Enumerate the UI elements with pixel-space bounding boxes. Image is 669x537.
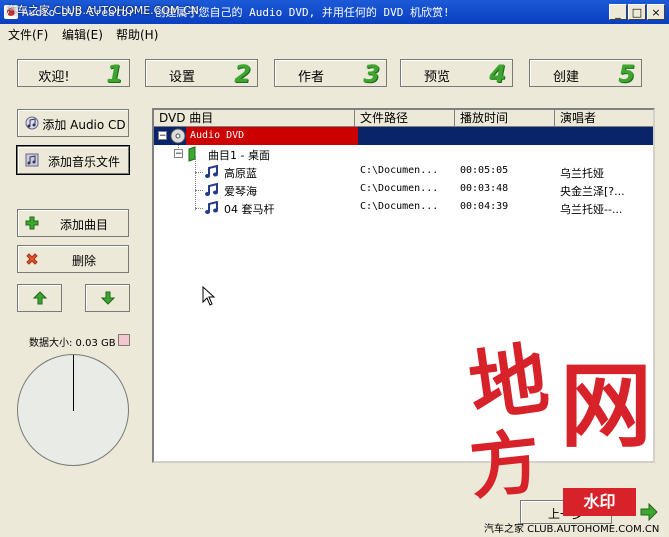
track-artist: 央金兰泽[?... (560, 185, 625, 198)
track-title: 04 套马杆 (224, 203, 275, 216)
collapse-toggle-icon[interactable]: − (174, 149, 183, 159)
watermark-char: 方 (465, 419, 545, 510)
add-track-button[interactable]: 添加曲目 (17, 209, 129, 237)
track-time: 00:05:05 (460, 165, 509, 176)
music-note-icon (205, 165, 218, 178)
data-size-label: 数据大小: 0.03 GB (29, 338, 116, 349)
menu-help[interactable]: 帮助(H) (116, 26, 158, 43)
overlay-watermark-text: 汽车之家 CLUB.AUTOHOME.COM.CN (6, 4, 199, 17)
table-row[interactable]: 高原蓝 C:\Documen... 00:05:05 乌兰托娅 (154, 163, 653, 181)
move-down-button[interactable] (85, 284, 130, 312)
music-note-icon (25, 116, 39, 130)
table-row[interactable]: 04 套马杆 C:\Documen... 00:04:39 乌兰托娅--... (154, 199, 653, 217)
watermark-tag: 水印 (563, 488, 636, 516)
track-path: C:\Documen... (360, 165, 439, 176)
move-up-button[interactable] (17, 284, 62, 312)
root-label: Audio DVD (186, 127, 358, 145)
track-title: 高原蓝 (224, 167, 257, 180)
add-audio-cd-button[interactable]: 添加 Audio CD (17, 109, 129, 137)
menu-edit[interactable]: 编辑(E) (62, 26, 103, 43)
close-button[interactable]: × (647, 4, 665, 20)
button-label: 添加 Audio CD (42, 118, 126, 132)
track-path: C:\Documen... (360, 201, 439, 212)
arrow-down-icon (101, 291, 115, 305)
column-header-path[interactable]: 文件路径 (355, 110, 455, 127)
tree-root-row[interactable]: − Audio DVD (154, 127, 653, 145)
mouse-cursor-icon (202, 286, 216, 306)
track-time: 00:03:48 (460, 183, 509, 194)
step-label: 预览 (423, 70, 450, 85)
delete-x-icon (26, 253, 38, 265)
step-number: 1 (106, 60, 123, 88)
title-bar: Audio DVD Creator - 创建属于您自己的 Audio DVD, … (0, 0, 669, 24)
collapse-toggle-icon[interactable]: − (158, 131, 167, 141)
button-label: 添加曲目 (59, 218, 108, 232)
minimize-button[interactable]: _ (609, 4, 627, 20)
music-note-icon (205, 201, 218, 214)
add-music-file-button[interactable]: 添加音乐文件 (17, 146, 129, 174)
data-size-pie-chart (17, 354, 129, 466)
column-header-track[interactable]: DVD 曲目 (154, 110, 355, 127)
step-label: 欢迎! (38, 70, 70, 85)
column-header-artist[interactable]: 演唱者 (555, 110, 653, 127)
step-author-button[interactable]: 作者 3 (274, 59, 387, 88)
music-note-icon (205, 183, 218, 196)
step-label: 作者 (297, 70, 324, 85)
step-number: 3 (363, 60, 380, 88)
step-preview-button[interactable]: 预览 4 (400, 59, 513, 88)
track-time: 00:04:39 (460, 201, 509, 212)
column-header-time[interactable]: 播放时间 (455, 110, 555, 127)
watermark-footer-text: 汽车之家 CLUB.AUTOHOME.COM.CN (484, 524, 660, 535)
delete-button[interactable]: 删除 (17, 245, 129, 273)
tree-group-row[interactable]: − 曲目1 - 桌面 (154, 145, 653, 163)
step-welcome-button[interactable]: 欢迎! 1 (17, 59, 130, 88)
step-settings-button[interactable]: 设置 2 (145, 59, 258, 88)
table-row[interactable]: 爱琴海 C:\Documen... 00:03:48 央金兰泽[?... (154, 181, 653, 199)
track-title: 爱琴海 (224, 185, 257, 198)
step-create-button[interactable]: 创建 5 (529, 59, 642, 88)
watermark-char: 网 (560, 352, 653, 460)
menu-bar: 文件(F) 编辑(E) 帮助(H) (0, 24, 669, 44)
folder-icon (188, 146, 196, 162)
step-number: 5 (618, 60, 635, 88)
step-label: 创建 (552, 70, 579, 85)
music-file-icon (25, 153, 39, 167)
data-size-legend-swatch (118, 334, 130, 346)
track-artist: 乌兰托娅--... (560, 203, 623, 216)
button-label: 删除 (71, 254, 96, 268)
step-number: 4 (489, 60, 506, 88)
dvd-disc-icon (170, 128, 186, 144)
maximize-button[interactable]: □ (628, 4, 646, 20)
step-label: 设置 (168, 70, 195, 85)
group-label: 曲目1 - 桌面 (208, 149, 270, 162)
next-arrow-icon[interactable] (640, 503, 658, 521)
plus-icon (25, 216, 39, 230)
watermark-char: 地 (463, 333, 554, 434)
step-number: 2 (234, 60, 251, 88)
arrow-up-icon (33, 291, 47, 305)
track-artist: 乌兰托娅 (560, 167, 604, 180)
menu-file[interactable]: 文件(F) (8, 26, 48, 43)
track-path: C:\Documen... (360, 183, 439, 194)
button-label: 添加音乐文件 (47, 155, 120, 169)
pie-indicator-line (73, 355, 74, 411)
